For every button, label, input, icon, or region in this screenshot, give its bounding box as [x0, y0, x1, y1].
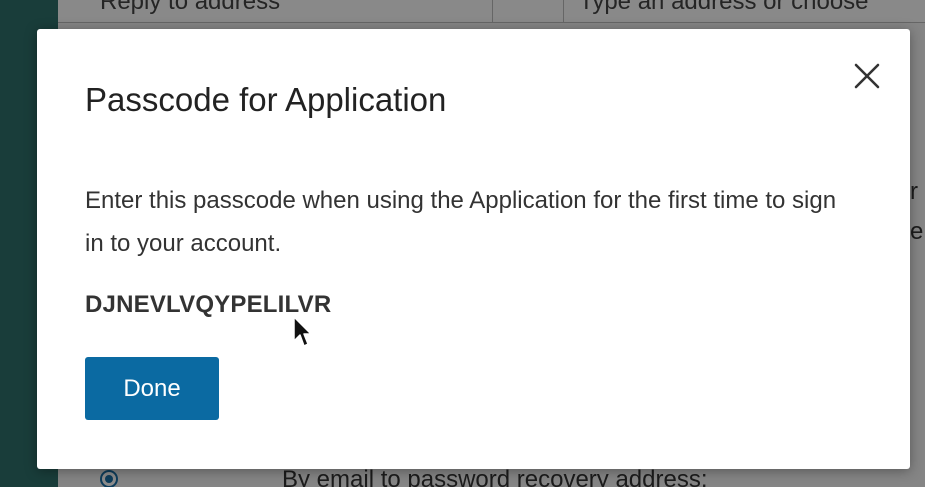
dialog-description: Enter this passcode when using the Appli… — [85, 187, 837, 257]
mouse-cursor-icon — [293, 316, 312, 347]
dialog-title: Passcode for Application — [85, 81, 447, 118]
close-icon — [854, 63, 880, 89]
done-button[interactable]: Done — [85, 357, 219, 420]
close-button[interactable] — [850, 59, 884, 93]
passcode-dialog: Passcode for Application Enter this pass… — [37, 29, 910, 469]
